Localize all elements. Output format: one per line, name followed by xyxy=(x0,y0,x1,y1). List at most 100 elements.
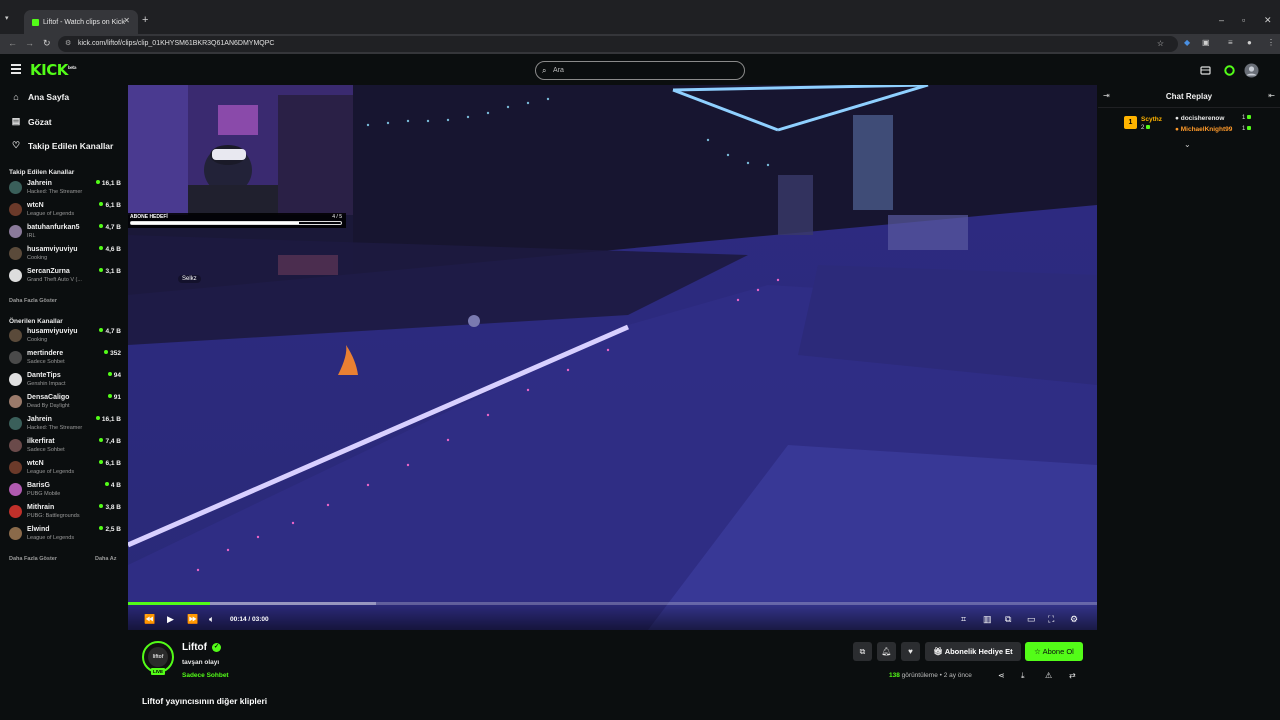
followed-channel-item[interactable]: batuhanfurkan5 IRL 4,7 B xyxy=(9,222,121,242)
pip-icon[interactable]: ⧉ xyxy=(1005,614,1011,625)
recommended-channel-item[interactable]: mertindere Sadece Sohbet 352 xyxy=(9,348,121,368)
recommended-channel-item[interactable]: husamviyuviyu Cooking 4,7 B xyxy=(9,326,121,346)
follow-heart-button[interactable]: ♥ xyxy=(901,642,920,661)
clip-category-link[interactable]: Sadece Sohbet xyxy=(182,672,229,679)
seek-bar[interactable] xyxy=(128,602,1097,605)
subscribe-button[interactable]: ☆ Abone Ol xyxy=(1025,642,1083,661)
viewer-count: 3,1 B xyxy=(99,268,121,275)
browser-tab-bar: ▾ Liftof - Watch clips on Kick ✕ + – ▫ ✕ xyxy=(0,0,1280,34)
nav-home[interactable]: ⌂ Ana Sayfa xyxy=(11,92,69,102)
download-icon[interactable]: ⤓ xyxy=(1021,671,1025,681)
search-placeholder: Ara xyxy=(553,67,564,74)
nav-following[interactable]: ♡ Takip Edilen Kanallar xyxy=(11,140,113,151)
followed-channel-item[interactable]: husamviyuviyu Cooking 4,6 B xyxy=(9,244,121,264)
reload-icon[interactable]: ↻ xyxy=(43,38,51,49)
channel-category: Grand Theft Auto V (... xyxy=(27,277,82,283)
recommended-channel-item[interactable]: Elwind League of Legends 2,5 B xyxy=(9,524,121,544)
store-icon[interactable] xyxy=(1200,65,1211,76)
new-tab-icon[interactable]: + xyxy=(142,14,148,26)
live-badge: LIVE xyxy=(151,668,166,675)
rewind-icon[interactable]: ⏪ xyxy=(144,614,155,625)
top-gifters: 1 Scythz 2 ● docisherenow 1 ● MichaelKni… xyxy=(1102,115,1278,142)
top-gifter-name[interactable]: Scythz xyxy=(1141,116,1162,123)
close-window-icon[interactable]: ✕ xyxy=(1264,15,1272,26)
browser-tab[interactable]: Liftof - Watch clips on Kick ✕ xyxy=(24,10,138,34)
browser-menu-icon[interactable]: ⋮ xyxy=(1267,38,1275,47)
search-icon: ⌕ xyxy=(542,66,547,75)
back-icon[interactable]: ← xyxy=(8,38,17,48)
minimize-icon[interactable]: – xyxy=(1219,15,1224,25)
channel-avatar xyxy=(9,417,22,430)
gift-subscription-button[interactable]: 🎁︎ Abonelik Hediye Et xyxy=(925,642,1021,661)
gift-subscription-label: Abonelik Hediye Et xyxy=(944,647,1013,656)
followed-channel-item[interactable]: wtcN League of Legends 6,1 B xyxy=(9,200,121,220)
popout-chat-icon[interactable]: ⇤ xyxy=(1268,91,1275,100)
search-input[interactable]: ⌕ Ara xyxy=(535,61,745,80)
profile-avatar-icon[interactable]: ● xyxy=(1247,38,1252,47)
recommended-channel-item[interactable]: ilkerfirat Sadece Sohbet 7,4 B xyxy=(9,436,121,456)
channel-avatar xyxy=(9,373,22,386)
expand-gifters-icon[interactable]: ⌄ xyxy=(1184,140,1191,149)
site-info-icon[interactable]: ⚙ xyxy=(65,36,71,52)
quality-icon[interactable]: ▥ xyxy=(983,614,992,625)
channel-category: PUBG Mobile xyxy=(27,491,61,497)
video-player[interactable]: ABONE HEDEFİ 4 / 5 Selkz ⏪ ▶ ⏩ 🔈︎ 00:14 … xyxy=(128,85,1097,630)
sub-goal-bar xyxy=(130,221,342,225)
followed-channel-item[interactable]: Jahrein Hacked: The Streamer 16,1 B xyxy=(9,178,121,198)
extensions-puzzle-icon[interactable]: ▣ xyxy=(1202,38,1210,47)
kick-points-icon[interactable] xyxy=(1224,65,1235,76)
recommended-channel-item[interactable]: DanteTips Genshin Impact 94 xyxy=(9,370,121,390)
gifter-3-name[interactable]: ● MichaelKnight99 xyxy=(1175,126,1232,133)
nav-home-label: Ana Sayfa xyxy=(28,92,70,102)
sub-goal-label: ABONE HEDEFİ xyxy=(130,214,168,220)
recommended-channel-item[interactable]: Mithrain PUBG: Battlegrounds 3,8 B xyxy=(9,502,121,522)
clips-button[interactable]: ⧉ xyxy=(853,642,872,661)
gift-icon: 🎁︎ xyxy=(933,647,945,656)
tab-list-icon[interactable]: ▾ xyxy=(5,14,9,22)
channel-name: wtcN xyxy=(27,460,44,467)
recommended-channel-item[interactable]: DensaCaligo Dead By Daylight 91 xyxy=(9,392,121,412)
channel-category: League of Legends xyxy=(27,211,75,217)
bookmark-star-icon[interactable]: ☆ xyxy=(1157,36,1164,52)
nav-browse-label: Gözat xyxy=(28,116,52,127)
url-field[interactable]: ⚙ kick.com/liftof/clips/clip_01KHYSM61BK… xyxy=(58,36,1178,52)
channel-name: Jahrein xyxy=(27,416,52,423)
maximize-icon[interactable]: ▫ xyxy=(1242,15,1245,25)
forward-icon[interactable]: → xyxy=(25,38,34,48)
volume-icon[interactable]: 🔈︎ xyxy=(209,614,214,625)
channel-name[interactable]: Liftof xyxy=(182,642,207,653)
channel-avatar-logo: liftof xyxy=(148,647,168,667)
extension-icon[interactable]: ◆ xyxy=(1184,38,1190,47)
close-tab-icon[interactable]: ✕ xyxy=(123,16,130,25)
channel-name: BarisG xyxy=(27,482,50,489)
fast-forward-icon[interactable]: ⏩ xyxy=(187,614,198,625)
viewer-count: 7,4 B xyxy=(99,438,121,445)
theater-mode-icon[interactable]: ▭ xyxy=(1027,614,1036,625)
nav-browse[interactable]: ▤ Gözat xyxy=(11,116,52,127)
sub-goal-fill xyxy=(131,222,299,224)
report-icon[interactable]: ⚠ xyxy=(1045,671,1052,680)
settings-icon[interactable]: ⚙ xyxy=(1070,614,1078,625)
user-avatar[interactable] xyxy=(1244,63,1259,78)
share-icon[interactable]: ⋖ xyxy=(998,671,1005,680)
gifter-2-name[interactable]: ● docisherenow xyxy=(1175,115,1224,122)
recommended-channel-item[interactable]: Jahrein Hacked: The Streamer 16,1 B xyxy=(9,414,121,434)
media-icon[interactable]: ≡ xyxy=(1228,38,1233,47)
followed-show-more-link[interactable]: Daha Fazla Göster xyxy=(9,298,57,304)
viewer-count: 4,6 B xyxy=(99,246,121,253)
notification-bell-button[interactable]: 🔔︎ xyxy=(877,642,896,661)
hamburger-menu-icon[interactable] xyxy=(11,64,21,76)
views-count: 138 xyxy=(889,672,900,679)
clip-crop-icon[interactable]: ⌗ xyxy=(961,614,966,625)
recommended-channel-item[interactable]: wtcN League of Legends 6,1 B xyxy=(9,458,121,478)
recommended-channel-item[interactable]: BarisG PUBG Mobile 4 B xyxy=(9,480,121,500)
kick-logo[interactable]: KICKbeta xyxy=(30,61,77,79)
recommended-show-more-link[interactable]: Daha Fazla Göster xyxy=(9,556,57,562)
fullscreen-icon[interactable]: ⛶ xyxy=(1048,614,1054,625)
recommended-show-less-link[interactable]: Daha Az xyxy=(95,556,117,562)
more-actions-icon[interactable]: ⇄ xyxy=(1069,671,1076,680)
viewer-count: 16,1 B xyxy=(96,416,121,423)
play-icon[interactable]: ▶ xyxy=(167,614,174,625)
sub-goal-widget: ABONE HEDEFİ 4 / 5 xyxy=(128,213,346,228)
followed-channel-item[interactable]: SercanZurna Grand Theft Auto V (... 3,1 B xyxy=(9,266,121,286)
